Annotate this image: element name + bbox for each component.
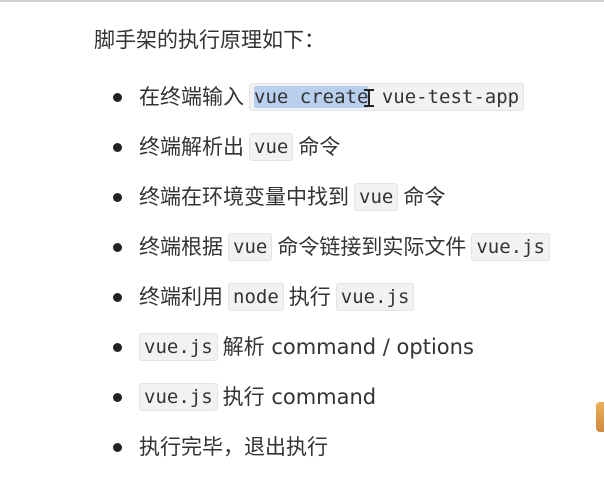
list-item: 终端在环境变量中找到 vue 命令 bbox=[0, 172, 604, 222]
list-item: vue.js 解析 command / options bbox=[0, 322, 604, 372]
item-text: 在终端输入 bbox=[139, 85, 244, 109]
list-item: vue.js 执行 command bbox=[0, 372, 604, 422]
list-item: 在终端输入 vue create vue-test-app bbox=[0, 72, 604, 122]
inline-code: vue.js bbox=[335, 283, 415, 311]
item-text: 命令 bbox=[298, 135, 341, 159]
item-text: 命令链接到实际文件 bbox=[277, 235, 467, 259]
bullet-icon bbox=[113, 393, 122, 402]
bullet-icon bbox=[113, 293, 122, 302]
item-text: 执行 bbox=[288, 285, 331, 309]
bullet-icon bbox=[113, 193, 122, 202]
text-cursor-icon bbox=[364, 88, 375, 107]
list-item: 执行完毕，退出执行 bbox=[0, 422, 604, 472]
code-text: vue-test-app bbox=[370, 86, 520, 108]
bullet-icon bbox=[113, 93, 122, 102]
inline-code: vue bbox=[228, 233, 273, 261]
item-text: 终端根据 bbox=[139, 235, 223, 259]
top-divider bbox=[0, 0, 604, 2]
inline-code: vue bbox=[354, 183, 399, 211]
inline-code[interactable]: vue create vue-test-app bbox=[249, 83, 525, 111]
bullet-icon bbox=[113, 243, 122, 252]
inline-code: vue bbox=[249, 133, 294, 161]
bullet-icon bbox=[113, 343, 122, 352]
bullet-icon bbox=[113, 443, 122, 452]
inline-code: vue.js bbox=[139, 333, 218, 361]
list-item: 终端根据 vue 命令链接到实际文件 vue.js bbox=[0, 222, 604, 272]
section-heading: 脚手架的执行原理如下： bbox=[94, 28, 325, 52]
edge-overlay bbox=[596, 402, 604, 432]
item-text: 执行 command bbox=[222, 385, 377, 409]
item-text: 命令 bbox=[403, 185, 446, 209]
list-item: 终端利用 node 执行 vue.js bbox=[0, 272, 604, 322]
item-text: 终端在环境变量中找到 bbox=[139, 185, 349, 209]
item-text: 执行完毕，退出执行 bbox=[139, 435, 328, 459]
inline-code: vue.js bbox=[139, 383, 218, 411]
list-item: 终端解析出 vue 命令 bbox=[0, 122, 604, 172]
steps-list: 在终端输入 vue create vue-test-app 终端解析出 vue … bbox=[0, 72, 604, 472]
item-text: 终端解析出 bbox=[139, 135, 244, 159]
text-selection[interactable]: vue create bbox=[254, 86, 369, 108]
inline-code: node bbox=[228, 283, 284, 311]
inline-code: vue.js bbox=[471, 233, 550, 261]
item-text: 终端利用 bbox=[139, 285, 223, 309]
bullet-icon bbox=[113, 143, 122, 152]
item-text: 解析 command / options bbox=[222, 335, 474, 359]
